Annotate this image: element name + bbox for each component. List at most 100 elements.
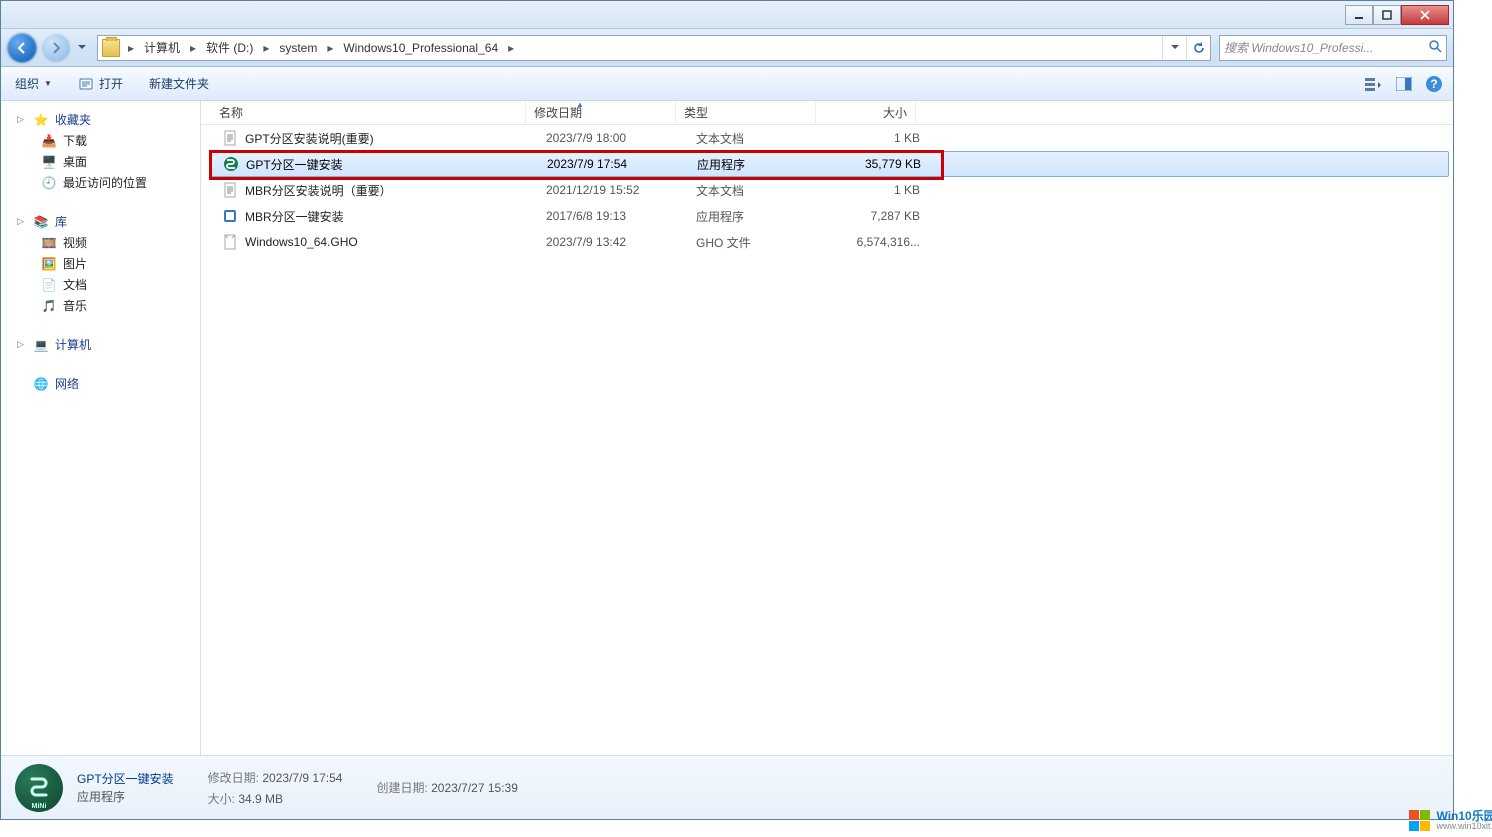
- file-size: 1 KB: [828, 131, 928, 145]
- nav-back-button[interactable]: [7, 33, 37, 63]
- sidebar-computer[interactable]: ▷💻计算机: [1, 334, 200, 355]
- command-bar: 组织▼ 打开 新建文件夹 ?: [1, 67, 1453, 101]
- sidebar-item-documents[interactable]: 📄文档: [1, 274, 200, 295]
- file-icon: [221, 207, 239, 225]
- column-date[interactable]: 修改日期: [526, 101, 676, 124]
- nav-forward-button[interactable]: [41, 33, 71, 63]
- file-date: 2017/6/8 19:13: [538, 209, 688, 223]
- chevron-right-icon[interactable]: ▸: [259, 36, 273, 60]
- open-button[interactable]: 打开: [72, 72, 129, 95]
- breadcrumb-root-chevron-icon[interactable]: ▸: [124, 36, 138, 60]
- file-row[interactable]: GPT分区安装说明(重要) 2023/7/9 18:00文本文档1 KB: [201, 125, 1453, 151]
- search-input[interactable]: 搜索 Windows10_Professi...: [1219, 35, 1447, 61]
- address-dropdown-button[interactable]: [1162, 36, 1186, 60]
- sidebar-item-videos[interactable]: 🎞️视频: [1, 232, 200, 253]
- breadcrumb-folder-current[interactable]: Windows10_Professional_64: [337, 36, 504, 60]
- details-created: 2023/7/27 15:39: [431, 781, 518, 795]
- preview-pane-button[interactable]: [1393, 73, 1415, 95]
- star-icon: ⭐: [33, 112, 49, 128]
- computer-icon: 💻: [33, 337, 49, 353]
- minimize-button[interactable]: [1345, 5, 1373, 25]
- file-name: GPT分区安装说明(重要): [245, 130, 374, 147]
- breadcrumb-folder-system[interactable]: system: [273, 36, 323, 60]
- details-filetype: 应用程序: [77, 790, 125, 804]
- refresh-button[interactable]: [1186, 36, 1210, 60]
- search-placeholder: 搜索 Windows10_Professi...: [1224, 39, 1373, 56]
- column-headers: 名称 ▲ 修改日期 类型 大小: [201, 101, 1453, 125]
- search-icon: [1428, 39, 1442, 56]
- details-size: 34.9 MB: [238, 792, 283, 806]
- sidebar-item-music[interactable]: 🎵音乐: [1, 295, 200, 316]
- close-button[interactable]: [1401, 5, 1449, 25]
- details-pane: GPT分区一键安装 应用程序 修改日期: 2023/7/9 17:54 大小: …: [1, 755, 1453, 819]
- chevron-right-icon[interactable]: ▸: [323, 36, 337, 60]
- file-date: 2023/7/9 17:54: [539, 157, 689, 171]
- file-type: GHO 文件: [688, 234, 828, 251]
- file-name: GPT分区一键安装: [246, 156, 343, 173]
- download-icon: 📥: [41, 133, 57, 149]
- breadcrumb: ▸ 计算机 ▸ 软件 (D:) ▸ system ▸ Windows10_Pro…: [124, 36, 518, 60]
- sidebar-favorites[interactable]: ▷⭐收藏夹: [1, 109, 200, 130]
- maximize-button[interactable]: [1373, 5, 1401, 25]
- address-bar[interactable]: ▸ 计算机 ▸ 软件 (D:) ▸ system ▸ Windows10_Pro…: [97, 35, 1211, 61]
- watermark: Win10乐园www.win10xit.com: [1409, 810, 1492, 831]
- nav-history-dropdown[interactable]: [75, 34, 89, 62]
- file-icon: [221, 233, 239, 251]
- file-type: 文本文档: [688, 182, 828, 199]
- file-row[interactable]: GPT分区一键安装2023/7/9 17:54应用程序35,779 KB: [209, 151, 1449, 177]
- new-folder-button[interactable]: 新建文件夹: [143, 72, 215, 95]
- video-icon: 🎞️: [41, 235, 57, 251]
- file-date: 2023/7/9 18:00: [538, 131, 688, 145]
- navigation-bar: ▸ 计算机 ▸ 软件 (D:) ▸ system ▸ Windows10_Pro…: [1, 29, 1453, 67]
- chevron-right-icon[interactable]: ▸: [504, 36, 518, 60]
- file-size: 1 KB: [828, 183, 928, 197]
- open-icon: [78, 76, 94, 92]
- sidebar-libraries[interactable]: ▷📚库: [1, 211, 200, 232]
- breadcrumb-drive[interactable]: 软件 (D:): [200, 36, 259, 60]
- sidebar-item-downloads[interactable]: 📥下载: [1, 130, 200, 151]
- sidebar-network[interactable]: 🌐网络: [1, 373, 200, 394]
- details-filename: GPT分区一键安装: [77, 770, 174, 787]
- sidebar-item-recent[interactable]: 🕘最近访问的位置: [1, 172, 200, 193]
- sidebar-item-pictures[interactable]: 🖼️图片: [1, 253, 200, 274]
- picture-icon: 🖼️: [41, 256, 57, 272]
- file-name: MBR分区安装说明（重要）: [245, 182, 392, 199]
- view-options-button[interactable]: [1363, 73, 1385, 95]
- network-icon: 🌐: [33, 376, 49, 392]
- file-size: 35,779 KB: [829, 157, 929, 171]
- file-icon: [221, 129, 239, 147]
- column-type[interactable]: 类型: [676, 101, 816, 124]
- recent-icon: 🕘: [41, 175, 57, 191]
- window-controls: [1345, 5, 1449, 25]
- folder-icon: [102, 39, 120, 57]
- desktop-icon: 🖥️: [41, 154, 57, 170]
- details-modified: 2023/7/9 17:54: [262, 771, 342, 785]
- chevron-right-icon[interactable]: ▸: [186, 36, 200, 60]
- file-row[interactable]: MBR分区一键安装 2017/6/8 19:13应用程序7,287 KB: [201, 203, 1453, 229]
- sort-indicator-icon: ▲: [576, 100, 584, 109]
- file-row[interactable]: Windows10_64.GHO 2023/7/9 13:42GHO 文件6,57…: [201, 229, 1453, 255]
- file-date: 2023/7/9 13:42: [538, 235, 688, 249]
- file-icon: [222, 155, 240, 173]
- file-size: 6,574,316...: [828, 235, 928, 249]
- library-icon: 📚: [33, 214, 49, 230]
- help-button[interactable]: ?: [1423, 73, 1445, 95]
- file-type: 文本文档: [688, 130, 828, 147]
- column-size[interactable]: 大小: [816, 101, 916, 124]
- titlebar: [1, 1, 1453, 29]
- organize-menu[interactable]: 组织▼: [9, 72, 58, 95]
- breadcrumb-computer[interactable]: 计算机: [138, 36, 186, 60]
- file-large-icon: [15, 764, 63, 812]
- file-size: 7,287 KB: [828, 209, 928, 223]
- sidebar-item-desktop[interactable]: 🖥️桌面: [1, 151, 200, 172]
- navigation-pane: ▷⭐收藏夹 📥下载 🖥️桌面 🕘最近访问的位置 ▷📚库 🎞️视频 🖼️图片 📄文…: [1, 101, 201, 755]
- file-rows: GPT分区安装说明(重要)2023/7/9 18:00文本文档1 KBGPT分区…: [201, 125, 1453, 255]
- document-icon: 📄: [41, 277, 57, 293]
- file-row[interactable]: MBR分区安装说明（重要） 2021/12/19 15:52文本文档1 KB: [201, 177, 1453, 203]
- column-name[interactable]: 名称: [201, 101, 526, 124]
- file-icon: [221, 181, 239, 199]
- file-date: 2021/12/19 15:52: [538, 183, 688, 197]
- file-name: Windows10_64.GHO: [245, 235, 358, 249]
- file-type: 应用程序: [688, 208, 828, 225]
- file-name: MBR分区一键安装: [245, 208, 344, 225]
